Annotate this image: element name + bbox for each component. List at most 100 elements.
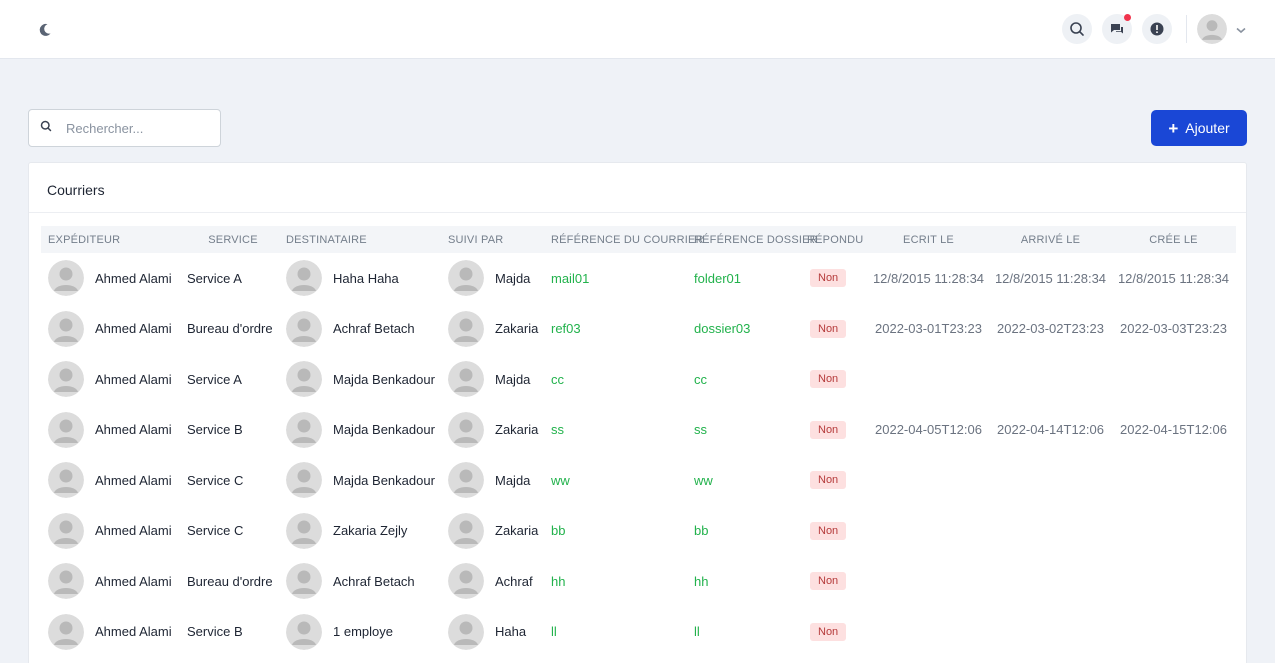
cell-ref-courrier[interactable]: bb xyxy=(548,506,691,557)
cell-ecrit-le: 2022-03-01T23:23 xyxy=(875,321,982,337)
header-suivi-par[interactable]: SUIVI PAR xyxy=(445,226,548,253)
cell-cree-le xyxy=(1111,455,1236,506)
cell-ref-courrier[interactable]: hh xyxy=(548,556,691,607)
cell-cree-le xyxy=(1111,556,1236,607)
cell-service: Service B xyxy=(187,624,243,640)
avatar xyxy=(448,310,484,347)
avatar xyxy=(448,361,484,398)
expediteur-person: Ahmed Alami xyxy=(48,563,183,600)
cell-repondu: Non xyxy=(807,506,867,557)
table-row[interactable]: Ahmed Alami Service C Majda Benkadour Ma… xyxy=(41,455,1236,506)
search-icon[interactable] xyxy=(1062,14,1092,44)
avatar xyxy=(48,512,84,549)
destinataire-person: Achraf Betach xyxy=(286,310,445,347)
cell-ref-dossier[interactable]: hh xyxy=(691,556,807,607)
avatar xyxy=(48,411,84,448)
avatar xyxy=(48,563,84,600)
destinataire-name: Achraf Betach xyxy=(333,321,415,337)
table-row[interactable]: Ahmed Alami Service C Zakaria Zejly Zaka… xyxy=(41,506,1236,557)
cell-suivi-par: Majda xyxy=(445,354,548,405)
cell-expediteur: Ahmed Alami xyxy=(41,354,183,405)
cell-ref-courrier[interactable]: ll xyxy=(548,607,691,658)
table-row[interactable]: Ahmed Alami Service A Majda Benkadour Ma… xyxy=(41,354,1236,405)
table-body: Ahmed Alami Service A Haha Haha Majda ma… xyxy=(41,253,1236,657)
cell-service: Service A xyxy=(187,371,242,387)
status-badge: Non xyxy=(810,319,847,338)
cell-service: Service C xyxy=(187,472,244,488)
cell-arrive-le xyxy=(990,607,1111,658)
cell-ref-dossier[interactable]: cc xyxy=(691,354,807,405)
chevron-down-icon[interactable] xyxy=(1235,23,1247,35)
cell-ref-dossier[interactable]: ll xyxy=(691,607,807,658)
destinataire-name: Zakaria Zejly xyxy=(333,523,408,539)
cell-ref-dossier[interactable]: ss xyxy=(691,405,807,456)
cell-destinataire: Achraf Betach xyxy=(283,304,445,355)
header-service[interactable]: SERVICE xyxy=(183,226,283,253)
cell-ref-dossier[interactable]: folder01 xyxy=(691,253,807,304)
cell-arrive-le xyxy=(990,506,1111,557)
expediteur-name: Ahmed Alami xyxy=(95,321,172,337)
cell-ref-courrier[interactable]: ref03 xyxy=(548,304,691,355)
cell-repondu: Non xyxy=(807,556,867,607)
cell-service: Bureau d'ordre xyxy=(187,321,273,337)
search-input[interactable] xyxy=(66,120,206,136)
cell-ref-dossier[interactable]: dossier03 xyxy=(691,304,807,355)
status-badge: Non xyxy=(810,471,847,490)
table-row[interactable]: Ahmed Alami Bureau d'ordre Achraf Betach… xyxy=(41,556,1236,607)
table-header-row: EXPÉDITEUR SERVICE DESTINATAIRE SUIVI PA… xyxy=(41,226,1236,253)
cell-cree-le xyxy=(1111,354,1236,405)
destinataire-name: Haha Haha xyxy=(333,270,399,286)
header-ref-dossier[interactable]: RÉFÉRENCE DOSSIER xyxy=(691,226,818,253)
cell-expediteur: Ahmed Alami xyxy=(41,455,183,506)
table-row[interactable]: Ahmed Alami Service B Majda Benkadour Za… xyxy=(41,405,1236,456)
expediteur-person: Ahmed Alami xyxy=(48,512,183,549)
header-destinataire[interactable]: DESTINATAIRE xyxy=(283,226,445,253)
chat-icon[interactable] xyxy=(1102,14,1132,44)
header-cree-le[interactable]: CRÉE LE xyxy=(1111,226,1236,253)
header-expediteur[interactable]: EXPÉDITEUR xyxy=(41,226,183,253)
avatar xyxy=(448,613,484,650)
cell-service: Service B xyxy=(187,422,243,438)
moon-icon[interactable] xyxy=(36,21,54,39)
cell-destinataire: Zakaria Zejly xyxy=(283,506,445,557)
divider xyxy=(1186,15,1187,43)
cell-destinataire: 1 employe xyxy=(283,607,445,658)
header-repondu[interactable]: RÉPONDU xyxy=(807,226,867,253)
cell-ref-courrier[interactable]: cc xyxy=(548,354,691,405)
add-button[interactable]: + Ajouter xyxy=(1151,110,1247,146)
cell-suivi-par: Majda xyxy=(445,253,548,304)
cell-repondu: Non xyxy=(807,455,867,506)
avatar xyxy=(448,411,484,448)
destinataire-name: 1 employe xyxy=(333,624,393,640)
header-ecrit-le[interactable]: ECRIT LE xyxy=(867,226,990,253)
expediteur-name: Ahmed Alami xyxy=(95,422,172,438)
table-row[interactable]: Ahmed Alami Bureau d'ordre Achraf Betach… xyxy=(41,304,1236,355)
cell-arrive-le xyxy=(990,354,1111,405)
cell-suivi-par: Haha xyxy=(445,607,548,658)
header-ref-courrier[interactable]: RÉFÉRENCE DU COURRIER xyxy=(548,226,704,253)
cell-ref-dossier[interactable]: bb xyxy=(691,506,807,557)
cell-arrive-le xyxy=(990,455,1111,506)
cell-ref-dossier[interactable]: ww xyxy=(691,455,807,506)
cell-ref-courrier[interactable]: ss xyxy=(548,405,691,456)
cell-cree-le xyxy=(1111,607,1236,658)
search-icon xyxy=(40,119,52,137)
cell-cree-le: 2022-03-03T23:23 xyxy=(1120,321,1227,337)
top-actions xyxy=(1052,14,1247,44)
cell-destinataire: Majda Benkadour xyxy=(283,354,445,405)
table-row[interactable]: Ahmed Alami Service A Haha Haha Majda ma… xyxy=(41,253,1236,304)
header-arrive-le[interactable]: ARRIVÉ LE xyxy=(990,226,1111,253)
cell-ref-courrier[interactable]: ww xyxy=(548,455,691,506)
cell-arrive-le xyxy=(990,556,1111,607)
cell-suivi-par: Achraf xyxy=(445,556,548,607)
alert-circle-icon[interactable] xyxy=(1142,14,1172,44)
suivi-par-name: Majda xyxy=(495,371,531,387)
cell-ref-courrier[interactable]: mail01 xyxy=(548,253,691,304)
expediteur-person: Ahmed Alami xyxy=(48,260,183,297)
status-badge: Non xyxy=(810,269,847,288)
table-row[interactable]: Ahmed Alami Service B 1 employe Haha ll l… xyxy=(41,607,1236,658)
avatar xyxy=(286,310,322,347)
suivi-par-name: Achraf xyxy=(495,573,533,589)
cell-suivi-par: Zakaria xyxy=(445,304,548,355)
user-avatar-icon[interactable] xyxy=(1197,14,1227,44)
